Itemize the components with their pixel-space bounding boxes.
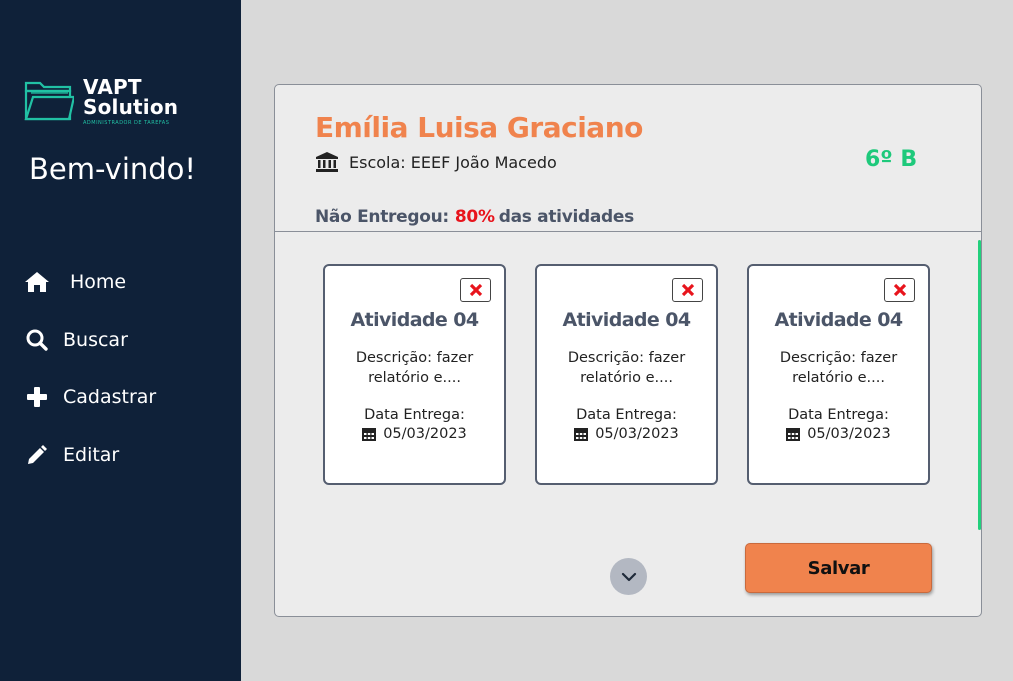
- close-icon: [893, 283, 906, 297]
- school-building-icon: [316, 152, 338, 172]
- delivery-status: Não Entregou: 80% das atividades: [315, 207, 634, 227]
- brand-line-1: VAPT: [83, 75, 142, 99]
- close-icon: [681, 283, 694, 297]
- folder-icon: [24, 81, 74, 121]
- activity-description: Descrição: fazer relatório e....: [779, 350, 898, 386]
- scrollbar[interactable]: [978, 240, 981, 530]
- activity-card[interactable]: Atividade 04 Descrição: fazer relatório …: [535, 264, 718, 485]
- activity-card[interactable]: Atividade 04 Descrição: fazer relatório …: [323, 264, 506, 485]
- close-icon: [469, 283, 482, 297]
- sidebar-item-label: Buscar: [63, 328, 128, 351]
- activity-date-label: Data Entrega:: [576, 407, 677, 423]
- class-badge: 6º B: [865, 147, 918, 172]
- chevron-down-icon: [621, 572, 636, 581]
- status-prefix: Não Entregou:: [315, 207, 449, 227]
- sidebar-item-label: Home: [70, 271, 127, 293]
- brand-line-2: Solution: [83, 95, 179, 119]
- delete-activity-button[interactable]: [460, 278, 491, 302]
- activity-title: Atividade 04: [350, 309, 480, 331]
- sidebar: VAPT Solution ADMINISTRADOR DE TAREFAS B…: [0, 0, 241, 681]
- activity-date: 05/03/2023: [537, 426, 716, 442]
- brand-tagline: ADMINISTRADOR DE TAREFAS: [83, 120, 170, 126]
- activity-date: 05/03/2023: [749, 426, 928, 442]
- activity-date: 05/03/2023: [325, 426, 504, 442]
- student-panel: Emília Luisa Graciano Escola: EEEF João …: [274, 84, 982, 617]
- divider: [275, 231, 981, 232]
- activity-title: Atividade 04: [562, 309, 692, 331]
- sidebar-nav: Home Buscar Cadastrar Editar: [24, 266, 156, 496]
- activity-title: Atividade 04: [774, 309, 904, 331]
- student-name: Emília Luisa Graciano: [315, 111, 643, 144]
- delete-activity-button[interactable]: [884, 278, 915, 302]
- activity-card[interactable]: Atividade 04 Descrição: fazer relatório …: [747, 264, 930, 485]
- activity-date-label: Data Entrega:: [364, 407, 465, 423]
- plus-icon: [24, 384, 50, 410]
- delete-activity-button[interactable]: [672, 278, 703, 302]
- school-name: Escola: EEEF João Macedo: [349, 152, 557, 172]
- status-percent: 80%: [454, 207, 495, 227]
- save-button[interactable]: Salvar: [745, 543, 932, 593]
- status-suffix: das atividades: [498, 207, 635, 227]
- load-more-button[interactable]: [610, 558, 647, 595]
- sidebar-item-editar[interactable]: Editar: [24, 439, 156, 471]
- sidebar-item-cadastrar[interactable]: Cadastrar: [24, 381, 156, 413]
- activity-date-value: 05/03/2023: [383, 426, 467, 442]
- school-info: Escola: EEEF João Macedo: [315, 151, 557, 173]
- activity-description: Descrição: fazer relatório e....: [567, 350, 686, 386]
- activity-date-value: 05/03/2023: [595, 426, 679, 442]
- pencil-icon: [24, 442, 50, 468]
- sidebar-item-label: Editar: [63, 443, 120, 466]
- sidebar-item-buscar[interactable]: Buscar: [24, 324, 156, 356]
- activity-date-label: Data Entrega:: [788, 407, 889, 423]
- calendar-icon: [786, 428, 801, 441]
- welcome-heading: Bem-vindo!: [29, 152, 197, 186]
- activity-date-value: 05/03/2023: [807, 426, 891, 442]
- home-icon: [24, 269, 50, 295]
- calendar-icon: [574, 428, 589, 441]
- search-icon: [24, 327, 50, 353]
- sidebar-item-label: Cadastrar: [63, 386, 157, 408]
- activity-description: Descrição: fazer relatório e....: [355, 350, 474, 386]
- sidebar-item-home[interactable]: Home: [24, 266, 156, 298]
- brand-logo[interactable]: VAPT Solution ADMINISTRADOR DE TAREFAS: [24, 77, 178, 126]
- calendar-icon: [362, 428, 377, 441]
